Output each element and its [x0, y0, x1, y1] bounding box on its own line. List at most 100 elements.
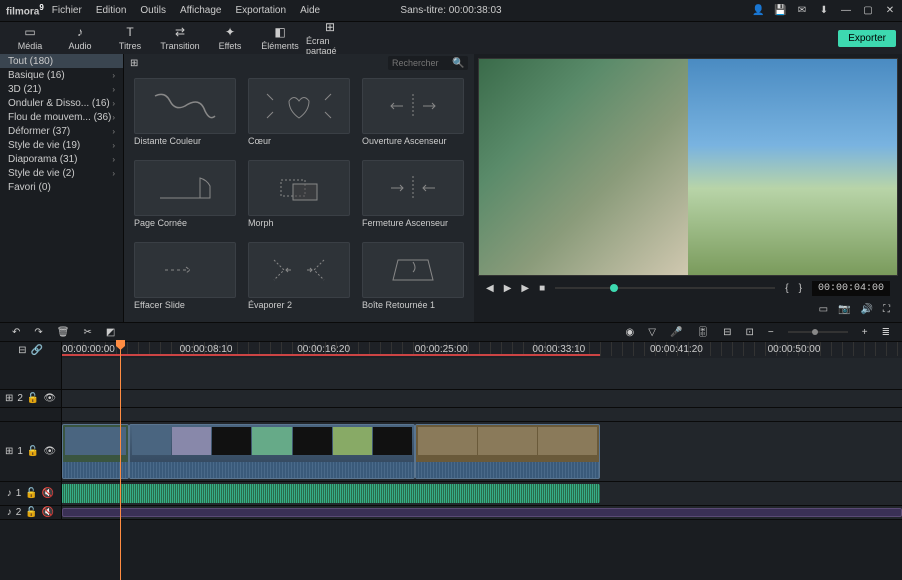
track-header[interactable]: ♪ 2 🔓 🔇 — [0, 506, 62, 519]
audio-clip[interactable] — [62, 484, 600, 503]
folder-icon: ▭ — [24, 25, 35, 39]
save-icon[interactable]: 💾 — [774, 5, 786, 16]
module-tabs: ▭Média ♪Audio TTitres ⇄Transition ✦Effet… — [0, 22, 902, 54]
menu-file[interactable]: Fichier — [52, 5, 82, 16]
transition-item[interactable]: Boîte Retournée 1 — [362, 242, 464, 316]
preview-viewport[interactable] — [478, 58, 898, 276]
eye-icon[interactable]: 👁 — [43, 446, 56, 457]
crop-icon[interactable]: ◩ — [106, 327, 115, 338]
account-icon[interactable]: 👤 — [752, 5, 764, 16]
search-input[interactable] — [392, 58, 452, 68]
tab-transition[interactable]: ⇄Transition — [156, 23, 204, 53]
mark-out-icon[interactable]: } — [799, 283, 802, 294]
snap-icon[interactable]: ⊟ — [18, 345, 26, 356]
menu-edit[interactable]: Edition — [96, 5, 127, 16]
zoom-fit-icon[interactable]: ⊡ — [746, 327, 754, 338]
tab-elements[interactable]: ◧Éléments — [256, 23, 304, 53]
transition-item[interactable]: Évaporer 2 — [248, 242, 350, 316]
eye-icon[interactable]: 👁 — [43, 393, 56, 404]
cat-favorite[interactable]: Favori (0) — [0, 180, 123, 194]
tab-splitscreen[interactable]: ⊞Écran partagé — [306, 23, 354, 53]
playhead[interactable] — [120, 340, 121, 580]
menu-help[interactable]: Aide — [300, 5, 320, 16]
export-button[interactable]: Exporter — [838, 30, 896, 47]
search-box[interactable]: 🔍 — [388, 56, 468, 70]
play-icon[interactable]: ▶ — [504, 283, 512, 294]
menu-view[interactable]: Affichage — [180, 5, 222, 16]
tab-effects[interactable]: ✦Effets — [206, 23, 254, 53]
cat-lifestyle[interactable]: Style de vie (19)› — [0, 138, 123, 152]
text-icon: T — [126, 25, 133, 39]
redo-icon[interactable]: ↷ — [34, 327, 42, 338]
delete-icon[interactable]: 🗑 — [57, 327, 70, 338]
quality-icon[interactable]: ▭ — [819, 304, 828, 315]
transition-item[interactable]: Effacer Slide — [134, 242, 236, 316]
volume-icon[interactable]: 🔊 — [861, 304, 873, 315]
video-clip[interactable] — [129, 424, 415, 479]
close-icon[interactable]: ✕ — [884, 5, 896, 16]
cat-ripple[interactable]: Onduler & Disso... (16)› — [0, 96, 123, 110]
lock-icon[interactable]: 🔓 — [27, 393, 39, 404]
prev-frame-icon[interactable]: ◀ — [486, 283, 494, 294]
playback-controls: ◀ ▶ ▶ ■ { } 00:00:04:00 — [478, 276, 898, 300]
lock-icon[interactable]: 🔓 — [25, 507, 37, 518]
message-icon[interactable]: ✉ — [796, 5, 808, 16]
grid-view-icon[interactable]: ⊞ — [130, 58, 138, 69]
video-icon: ⊞ — [5, 393, 13, 404]
snapshot-icon[interactable]: 📷 — [838, 304, 850, 315]
transition-item[interactable]: Fermeture Ascenseur — [362, 160, 464, 234]
lock-icon[interactable]: 🔓 — [25, 488, 37, 499]
stop-icon[interactable]: ■ — [539, 283, 545, 294]
link-icon[interactable]: 🔗 — [30, 345, 42, 356]
cat-all[interactable]: Tout (180) — [0, 54, 123, 68]
menu-tools[interactable]: Outils — [140, 5, 166, 16]
cat-warp[interactable]: Déformer (37)› — [0, 124, 123, 138]
preview-panel: ◀ ▶ ▶ ■ { } 00:00:04:00 ▭ 📷 🔊 ⛶ — [474, 54, 902, 322]
marker-icon[interactable]: ▽ — [648, 327, 656, 338]
undo-icon[interactable]: ↶ — [12, 327, 20, 338]
transition-item[interactable]: Cœur — [248, 78, 350, 152]
maximize-icon[interactable]: ▢ — [862, 5, 874, 16]
track-header[interactable]: ⊞ 1 🔓 👁 — [0, 422, 62, 481]
audio-clip[interactable] — [62, 508, 902, 517]
transition-item[interactable]: Ouverture Ascenseur — [362, 78, 464, 152]
mark-in-icon[interactable]: { — [785, 283, 788, 294]
transition-item[interactable]: Page Cornée — [134, 160, 236, 234]
time-ruler[interactable]: 00:00:00:00 00:00:08:10 00:00:16:20 00:0… — [62, 342, 902, 358]
chevron-right-icon: › — [112, 99, 115, 108]
download-icon[interactable]: ⬇ — [818, 5, 830, 16]
playback-slider[interactable] — [555, 287, 775, 289]
cat-motionblur[interactable]: Flou de mouvem... (36)› — [0, 110, 123, 124]
cat-3d[interactable]: 3D (21)› — [0, 82, 123, 96]
cat-lifestyle2[interactable]: Style de vie (2)› — [0, 166, 123, 180]
video-clip[interactable] — [415, 424, 600, 479]
minimize-icon[interactable]: — — [840, 5, 852, 16]
split-icon[interactable]: ✂ — [83, 327, 91, 338]
zoom-out-icon[interactable]: ⊟ — [723, 327, 731, 338]
lock-icon[interactable]: 🔓 — [27, 446, 39, 457]
project-title: Sans-titre: 00:00:38:03 — [400, 5, 501, 16]
fullscreen-icon[interactable]: ⛶ — [883, 304, 890, 315]
transition-item[interactable]: Morph — [248, 160, 350, 234]
tab-media[interactable]: ▭Média — [6, 23, 54, 53]
zoom-plus-icon[interactable]: + — [862, 327, 868, 338]
transition-item[interactable]: Distante Couleur — [134, 78, 236, 152]
title-bar: filmora9 Fichier Edition Outils Affichag… — [0, 0, 902, 22]
track-header[interactable]: ⊞ 2 🔓 👁 — [0, 390, 62, 407]
next-frame-icon[interactable]: ▶ — [521, 283, 529, 294]
tab-audio[interactable]: ♪Audio — [56, 23, 104, 53]
mute-icon[interactable]: 🔇 — [42, 488, 54, 499]
chevron-right-icon: › — [112, 71, 115, 80]
zoom-minus-icon[interactable]: − — [768, 327, 774, 338]
mixer-icon[interactable]: 🎚 — [696, 327, 709, 338]
track-header[interactable]: ♪ 1 🔓 🔇 — [0, 482, 62, 505]
manage-tracks-icon[interactable]: ≣ — [882, 327, 890, 338]
cat-slideshow[interactable]: Diaporama (31)› — [0, 152, 123, 166]
render-icon[interactable]: ◉ — [626, 327, 635, 338]
zoom-slider[interactable] — [788, 331, 848, 333]
mute-icon[interactable]: 🔇 — [42, 507, 54, 518]
menu-export[interactable]: Exportation — [235, 5, 286, 16]
tab-titles[interactable]: TTitres — [106, 23, 154, 53]
record-icon[interactable]: 🎤 — [670, 327, 682, 338]
cat-basic[interactable]: Basique (16)› — [0, 68, 123, 82]
